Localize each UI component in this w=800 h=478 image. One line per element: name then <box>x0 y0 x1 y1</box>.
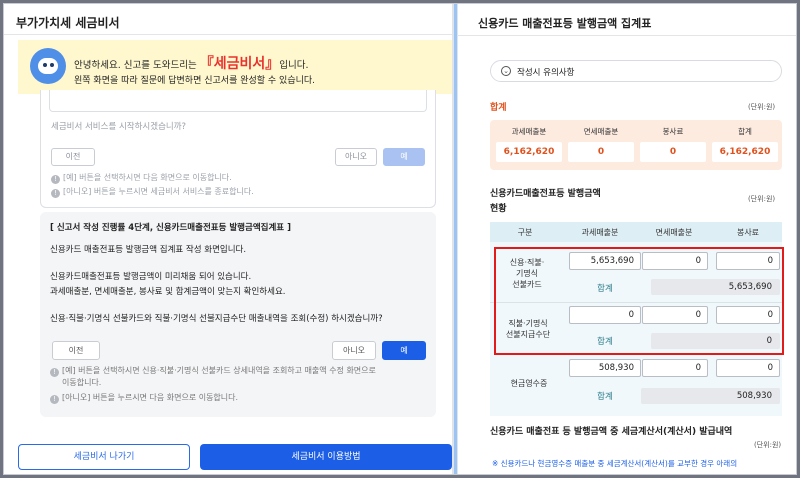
summary-header-service: 봉사료 <box>662 127 684 136</box>
prev-button-disabled[interactable]: 이전 <box>51 148 95 166</box>
status-table-header: 구분 과세매출분 면세매출분 봉사료 <box>490 222 782 242</box>
step-note-2: ! [아니오] 버튼을 누르시면 다음 화면으로 이동합니다. <box>50 392 238 404</box>
title-divider <box>458 35 796 36</box>
greeting-prefix: 안녕하세요. 신고를 도와드리는 <box>74 60 197 71</box>
yes-button[interactable]: 예 <box>382 341 426 360</box>
step-desc-2: 신용카드매출전표등 발행금액이 미리채움 되어 있습니다. <box>50 272 252 282</box>
row-cash-receipt-label-1: 현금영수증 <box>510 379 548 388</box>
yes-button-disabled[interactable]: 예 <box>383 148 425 166</box>
summary-value-total: 6,162,620 <box>712 142 778 162</box>
tax-invoice-note: ※ 신용카드나 현금영수증 매출분 중 세금계산서(계산서)를 교부한 경우 아… <box>492 459 738 468</box>
step-note-2-text: [아니오] 버튼을 누르시면 다음 화면으로 이동합니다. <box>62 393 239 402</box>
info-icon: ! <box>50 368 59 377</box>
form-title: 신용카드 매출전표등 발행금액 집계표 <box>478 17 652 30</box>
summary-value-taxable: 6,162,620 <box>496 142 562 162</box>
cash-receipt-sum-value: 508,930 <box>641 388 780 404</box>
summary-value-exempt: 0 <box>568 142 634 162</box>
step-note-1-text: [예] 버튼을 선택하시면 신용·직불·기명식 선불카드 상세내역을 조회하고 … <box>62 366 376 375</box>
step-desc-1: 신용카드 매출전표등 발행금액 집계표 작성 화면입니다. <box>50 245 247 255</box>
step4-question-card: [ 신고서 작성 진행률 4단계, 신용카드매출전표등 발행금액집계표 ] 신용… <box>40 212 436 417</box>
summary-header-taxable: 과세매출분 <box>511 127 547 136</box>
summary-header-exempt: 면세매출분 <box>583 127 619 136</box>
card-sales-summary-panel: 신용카드 매출전표등 발행금액 집계표 ⌄ 작성시 유의사항 합계 (단위:원)… <box>458 4 796 474</box>
tax-invoice-unit: (단위:원) <box>754 441 782 449</box>
tax-assistant-panel: 부가가치세 세금비서 안녕하세요. 신고를 도와드리는 『세금비서』입니다. 왼… <box>4 4 452 474</box>
panel-title: 부가가치세 세금비서 <box>16 16 120 30</box>
status-title-line-1: 신용카드매출전표등 발행금액 <box>490 189 601 199</box>
greeting-line-1: 안녕하세요. 신고를 도와드리는 『세금비서』입니다. <box>74 53 309 73</box>
title-divider <box>4 34 452 35</box>
info-icon: ! <box>51 175 60 184</box>
step-note-1-cont: 이동합니다. <box>62 378 102 387</box>
notice-label: 작성시 유의사항 <box>517 68 575 78</box>
cash-receipt-exempt-input[interactable]: 0 <box>642 359 708 377</box>
start-note-2-text: [아니오] 버튼을 누르시면 세금비서 서비스를 종료합니다. <box>63 187 254 196</box>
summary-header-total: 합계 <box>738 127 752 136</box>
bottom-actions: 세금비서 나가기 세금비서 이용방법 <box>18 444 452 470</box>
col-category: 구분 <box>517 228 533 237</box>
status-title-line-2: 현황 <box>490 204 507 214</box>
mascot-icon <box>30 48 66 84</box>
highlight-box <box>494 247 784 355</box>
start-question: 세금비서 서비스를 시작하시겠습니까? <box>51 122 187 132</box>
start-question-card: 세금비서 서비스를 시작하시겠습니까? 이전 아니오 예 ! [예] 버튼을 선택… <box>40 90 436 208</box>
step-question: 신용·직불·기명식 선불카드와 직불·기명식 선불지급수단 매출내역을 조회(수… <box>50 314 383 324</box>
previous-message-box <box>49 90 427 112</box>
summary-title: 합계 <box>490 103 507 113</box>
row-cash-receipt-label: 현금영수증 <box>494 378 564 389</box>
status-unit: (단위:원) <box>748 195 776 203</box>
start-note-1: ! [예] 버튼을 선택하시면 다음 화면으로 이동합니다. <box>51 172 232 184</box>
start-note-1-text: [예] 버튼을 선택하시면 다음 화면으로 이동합니다. <box>63 173 232 182</box>
col-exempt: 면세매출분 <box>655 228 693 237</box>
notice-toggle[interactable]: ⌄ 작성시 유의사항 <box>490 60 782 82</box>
summary-unit: (단위:원) <box>748 103 776 111</box>
col-taxable: 과세매출분 <box>581 228 619 237</box>
greeting-suffix: 입니다. <box>279 60 309 71</box>
info-icon: ! <box>51 189 60 198</box>
prev-button[interactable]: 이전 <box>52 341 100 360</box>
step-desc-3: 과세매출분, 면세매출분, 봉사료 및 합계금액이 맞는지 확인하세요. <box>50 287 286 297</box>
tax-invoice-section-title: 신용카드 매출전표 등 발행금액 중 세금계산서(계산서) 발급내역 <box>490 427 733 437</box>
app-frame: 부가가치세 세금비서 안녕하세요. 신고를 도와드리는 『세금비서』입니다. 왼… <box>3 3 797 475</box>
usage-guide-button[interactable]: 세금비서 이용방법 <box>200 444 452 470</box>
brand-name: 『세금비서』 <box>199 56 280 72</box>
no-button-disabled[interactable]: 아니오 <box>335 148 377 166</box>
col-service: 봉사료 <box>736 228 760 237</box>
greeting-line-2: 왼쪽 화면을 따라 질문에 답변하면 신고서를 완성할 수 있습니다. <box>74 76 316 86</box>
summary-box: 과세매출분 면세매출분 봉사료 합계 6,162,620 0 0 6,162,6… <box>490 120 782 170</box>
chevron-down-icon: ⌄ <box>501 66 511 76</box>
cash-receipt-sum-label: 합계 <box>597 392 613 402</box>
cash-receipt-taxable-input[interactable]: 508,930 <box>569 359 641 377</box>
exit-assistant-button[interactable]: 세금비서 나가기 <box>18 444 190 470</box>
info-icon: ! <box>50 395 59 404</box>
start-note-2: ! [아니오] 버튼을 누르시면 세금비서 서비스를 종료합니다. <box>51 186 254 198</box>
summary-value-service: 0 <box>640 142 706 162</box>
cash-receipt-service-input[interactable]: 0 <box>716 359 780 377</box>
step-title: [ 신고서 작성 진행률 4단계, 신용카드매출전표등 발행금액집계표 ] <box>50 223 291 233</box>
step-note-1: ! [예] 버튼을 선택하시면 신용·직불·기명식 선불카드 상세내역을 조회하고… <box>50 365 376 377</box>
no-button[interactable]: 아니오 <box>332 341 376 360</box>
greeting-banner: 안녕하세요. 신고를 도와드리는 『세금비서』입니다. 왼쪽 화면을 따라 질문… <box>18 40 452 94</box>
